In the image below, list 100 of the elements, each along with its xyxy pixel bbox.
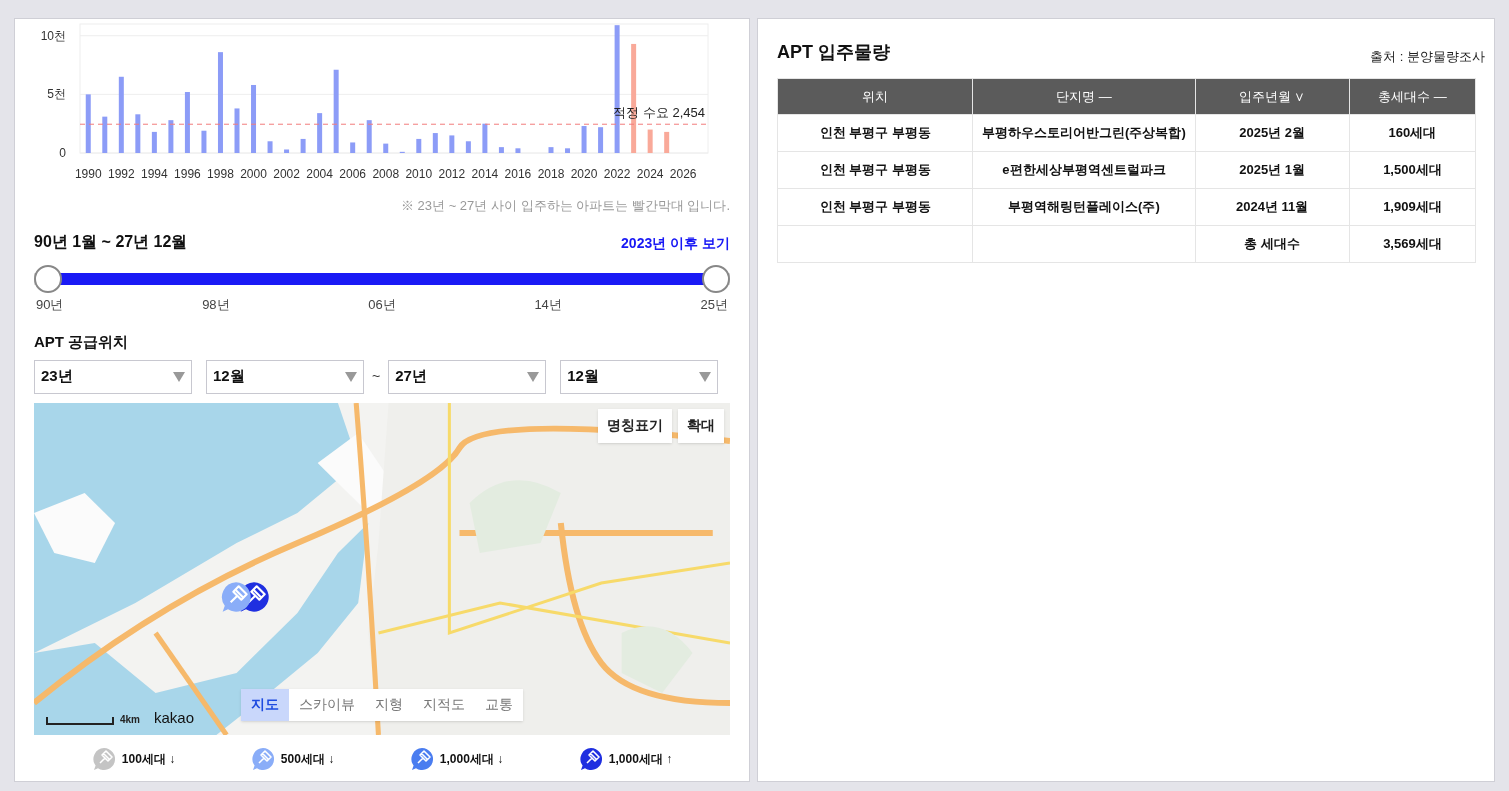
range-title: 90년 1월 ~ 27년 12월 <box>34 231 188 252</box>
column-header[interactable]: 단지명 — <box>972 78 1196 115</box>
map-type-tab[interactable]: 스카이뷰 <box>289 688 365 721</box>
legend-label: 1,000세대 ↓ <box>439 750 504 768</box>
map-type-tab[interactable]: 교통 <box>475 688 523 721</box>
map-marker-icon <box>220 580 252 613</box>
bar <box>85 94 91 153</box>
axis-label: 2020 <box>570 167 598 181</box>
legend-label: 100세대 ↓ <box>121 750 176 768</box>
table-cell: 인천 부평구 부평동 <box>777 151 973 189</box>
dropdown-caret-icon <box>699 371 712 382</box>
axis-label: 2000 <box>240 167 267 181</box>
map-type-tab[interactable]: 지도 <box>241 688 289 721</box>
legend-marker-icon <box>91 746 116 771</box>
bar <box>416 138 422 153</box>
map-control-button[interactable]: 명칭표기 <box>598 408 672 443</box>
bar <box>465 141 471 153</box>
year-month-select[interactable]: 27년 <box>388 359 547 394</box>
legend-marker-icon <box>578 746 603 771</box>
table-cell: 2025년 2월 <box>1195 114 1350 152</box>
bar <box>350 142 356 153</box>
location-title: APT 공급위치 <box>34 332 130 352</box>
bar <box>184 92 190 153</box>
bar <box>498 147 504 153</box>
year-month-select[interactable]: 23년 <box>34 359 192 394</box>
axis-label: 2008 <box>372 167 400 181</box>
axis-label: 5천 <box>47 87 66 102</box>
table-cell: 부평하우스토리어반그린(주상복합) <box>972 114 1196 152</box>
slider-thumb[interactable] <box>702 264 730 293</box>
year-month-select[interactable]: 12월 <box>206 359 364 394</box>
range-separator: ~ <box>372 367 381 386</box>
legend-marker-icon <box>250 746 275 771</box>
chart-note: ※ 23년 ~ 27년 사이 입주하는 아파트는 빨간막대 입니다. <box>399 197 730 215</box>
bar <box>432 133 438 153</box>
dropdown-caret-icon <box>345 371 357 382</box>
column-header[interactable]: 총세대수 — <box>1349 78 1476 115</box>
table-cell: 부평역해링턴플레이스(주) <box>972 188 1196 226</box>
bar <box>201 130 207 153</box>
year-month-select[interactable]: 12월 <box>560 359 719 394</box>
bar <box>300 138 306 153</box>
table-cell: 160세대 <box>1349 114 1476 152</box>
bar <box>102 116 108 153</box>
axis-label: 2012 <box>438 167 466 181</box>
table-cell: 1,500세대 <box>1349 151 1476 189</box>
source-label: 출처 : 분양물량조사 <box>1370 47 1485 66</box>
bar <box>267 141 273 153</box>
bar <box>151 131 157 153</box>
bar <box>383 143 389 153</box>
map-type-tab[interactable]: 지형 <box>365 688 413 721</box>
bar <box>168 120 174 153</box>
bar <box>284 149 290 153</box>
axis-label: 1990 <box>74 167 102 181</box>
column-header[interactable]: 입주년월 ∨ <box>1195 78 1350 115</box>
axis-label: 1998 <box>207 167 234 181</box>
bar <box>234 108 240 153</box>
dropdown-caret-icon <box>527 371 540 382</box>
scale-bar-icon <box>46 716 114 725</box>
map-logo: kakao <box>154 709 195 725</box>
bar <box>664 131 670 153</box>
bar <box>565 148 571 153</box>
legend-marker-icon <box>409 746 434 771</box>
bar <box>482 123 488 153</box>
axis-label: 2004 <box>306 167 333 181</box>
bar <box>251 85 257 153</box>
axis-label: 2002 <box>273 167 300 181</box>
map-type-tab[interactable]: 지적도 <box>413 688 475 721</box>
legend-label: 1,000세대 ↑ <box>608 750 673 768</box>
bar <box>548 147 554 153</box>
table-cell: 2024년 11월 <box>1195 188 1350 226</box>
axis-label: 2006 <box>339 167 367 181</box>
threshold-label: 적정 수요 2,454 <box>613 105 705 121</box>
bar <box>647 129 653 153</box>
table-cell: 인천 부평구 부평동 <box>777 188 973 226</box>
slider-tick-label: 90년 <box>36 295 64 314</box>
slider-tick-label: 25년 <box>700 295 728 314</box>
slider-tick-label: 14년 <box>534 295 562 314</box>
legend-label: 500세대 ↓ <box>280 750 335 768</box>
axis-label: 2014 <box>471 167 499 181</box>
slider-thumb[interactable] <box>34 264 62 293</box>
table-cell: 1,909세대 <box>1349 188 1476 226</box>
column-header[interactable]: 위치 <box>777 78 973 115</box>
axis-label: 1992 <box>107 167 135 181</box>
axis-label: 0 <box>59 146 66 160</box>
axis-label: 1994 <box>141 167 168 181</box>
occupancy-title: APT 입주물량 <box>777 41 890 64</box>
table-cell: 2025년 1월 <box>1195 151 1350 189</box>
total-label: 총 세대수 <box>1195 225 1350 263</box>
axis-label: 2018 <box>537 167 565 181</box>
axis-label: 2026 <box>669 167 697 181</box>
bar <box>135 114 141 153</box>
map-control-button[interactable]: 확대 <box>678 408 724 443</box>
axis-label: 2016 <box>504 167 532 181</box>
map[interactable]: 명칭표기 확대 지도 스카이뷰 지형 지적도 교통 4km kakao <box>34 402 730 735</box>
bar <box>515 148 521 153</box>
axis-label: 2022 <box>603 167 631 181</box>
view-after-link[interactable]: 2023년 이후 보기 <box>621 232 730 254</box>
dropdown-caret-icon <box>173 371 185 382</box>
bar <box>598 127 604 153</box>
table-cell: e편한세상부평역센트럴파크 <box>972 151 1196 189</box>
axis-label: 2010 <box>405 167 433 181</box>
